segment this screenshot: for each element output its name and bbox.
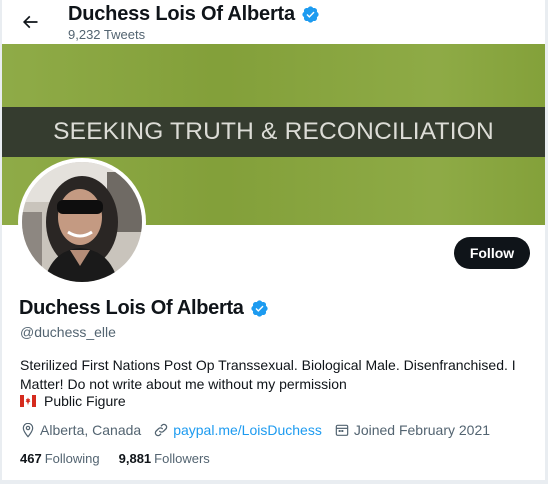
location-item: Alberta, Canada xyxy=(20,422,141,438)
location-pin-icon xyxy=(22,422,34,438)
verified-badge-icon xyxy=(302,6,319,23)
header-title: Duchess Lois Of Alberta xyxy=(68,3,295,25)
profile-stats: 467 Following 9,881 Followers xyxy=(20,451,229,466)
profile-bio: Sterilized First Nations Post Op Transse… xyxy=(20,356,525,394)
followers-link[interactable]: 9,881 Followers xyxy=(119,451,210,466)
following-label: Following xyxy=(44,451,100,466)
public-figure-text: Public Figure xyxy=(44,393,126,409)
avatar[interactable] xyxy=(18,158,146,286)
verified-badge-icon[interactable] xyxy=(250,299,269,318)
followers-label: Followers xyxy=(154,451,210,466)
bio-line-1: Sterilized First Nations Post Op Transse… xyxy=(20,357,516,373)
avatar-photo xyxy=(22,162,142,282)
tweet-count: 9,232 Tweets xyxy=(68,27,146,42)
following-count: 467 xyxy=(20,451,42,466)
bio-line-2: Matter! Do not write about me without my… xyxy=(20,376,347,392)
profile-handle: @duchess_elle xyxy=(20,324,116,340)
following-link[interactable]: 467 Following xyxy=(20,451,100,466)
profile-name-row: Duchess Lois Of Alberta xyxy=(19,297,269,320)
follow-button[interactable]: Follow xyxy=(454,237,530,269)
website-link[interactable]: paypal.me/LoisDuchess xyxy=(173,422,322,438)
arrow-left-icon xyxy=(22,15,38,29)
calendar-icon xyxy=(335,424,349,436)
bottom-divider xyxy=(2,480,545,484)
profile-card: Duchess Lois Of Alberta 9,232 Tweets SEE… xyxy=(2,0,545,484)
website-item[interactable]: paypal.me/LoisDuchess xyxy=(153,422,322,438)
location-text: Alberta, Canada xyxy=(40,422,142,438)
link-icon xyxy=(154,423,168,437)
followers-count: 9,881 xyxy=(118,451,152,466)
joined-text: Joined February 2021 xyxy=(353,422,491,438)
back-button[interactable] xyxy=(16,8,44,36)
display-name: Duchess Lois Of Alberta xyxy=(19,297,244,319)
header-title-row: Duchess Lois Of Alberta xyxy=(68,3,320,26)
banner-text: SEEKING TRUTH & RECONCILIATION xyxy=(53,118,494,145)
bio-public-figure: Public Figure xyxy=(20,393,126,409)
canada-flag-icon xyxy=(20,395,36,407)
profile-header-bar: Duchess Lois Of Alberta 9,232 Tweets xyxy=(2,0,545,44)
profile-meta: Alberta, Canada paypal.me/LoisDuchess Jo… xyxy=(20,422,502,438)
banner-strip: SEEKING TRUTH & RECONCILIATION xyxy=(2,107,545,157)
joined-item: Joined February 2021 xyxy=(334,422,490,438)
